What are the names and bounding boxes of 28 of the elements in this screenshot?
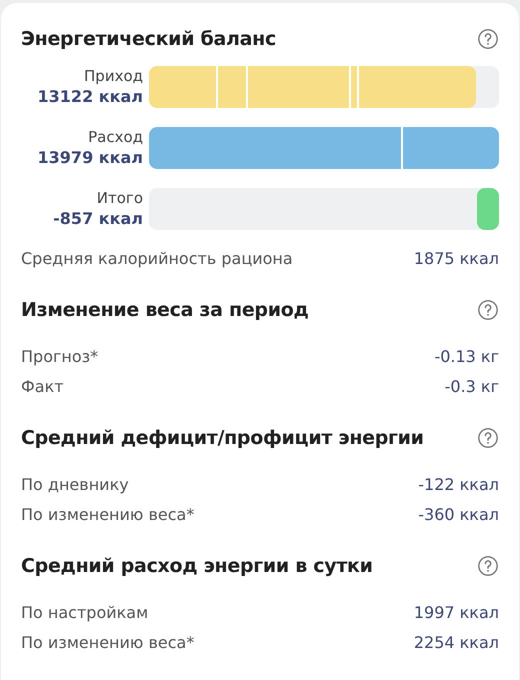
row-value: 2254 ккал [414,632,499,652]
bar-value: 13122 ккал [38,86,143,107]
row-value: -0.3 кг [444,376,499,396]
row-label: По изменению веса* [21,632,194,652]
row-value: -360 ккал [418,504,499,524]
row-label: По изменению веса* [21,504,194,524]
row-value: -0.13 кг [434,346,499,366]
row-value: -122 ккал [418,474,499,494]
row-label: Средняя калорийность рациона [21,248,293,268]
row-value: 1997 ккал [414,602,499,622]
bar-value: -857 ккал [53,208,143,229]
help-icon[interactable] [477,299,499,321]
bar-label: Итого [96,188,143,208]
help-icon[interactable] [477,28,499,50]
row-label: Факт [21,376,64,396]
row-label: Прогноз* [21,346,98,366]
section-title: Средний расход энергии в сутки [21,555,373,577]
section-title: Энергетический баланс [21,28,276,50]
help-icon[interactable] [477,427,499,449]
section-title: Средний дефицит/профицит энергии [21,427,424,449]
help-icon[interactable] [477,555,499,577]
row-label: По дневнику [21,474,129,494]
bar-value: 13979 ккал [38,147,143,168]
bar-label: Расход [88,127,143,147]
bar-label: Приход [84,66,143,86]
section-title: Изменение веса за период [21,299,309,321]
row-label: По настройкам [21,602,148,622]
row-value: 1875 ккал [414,248,499,268]
